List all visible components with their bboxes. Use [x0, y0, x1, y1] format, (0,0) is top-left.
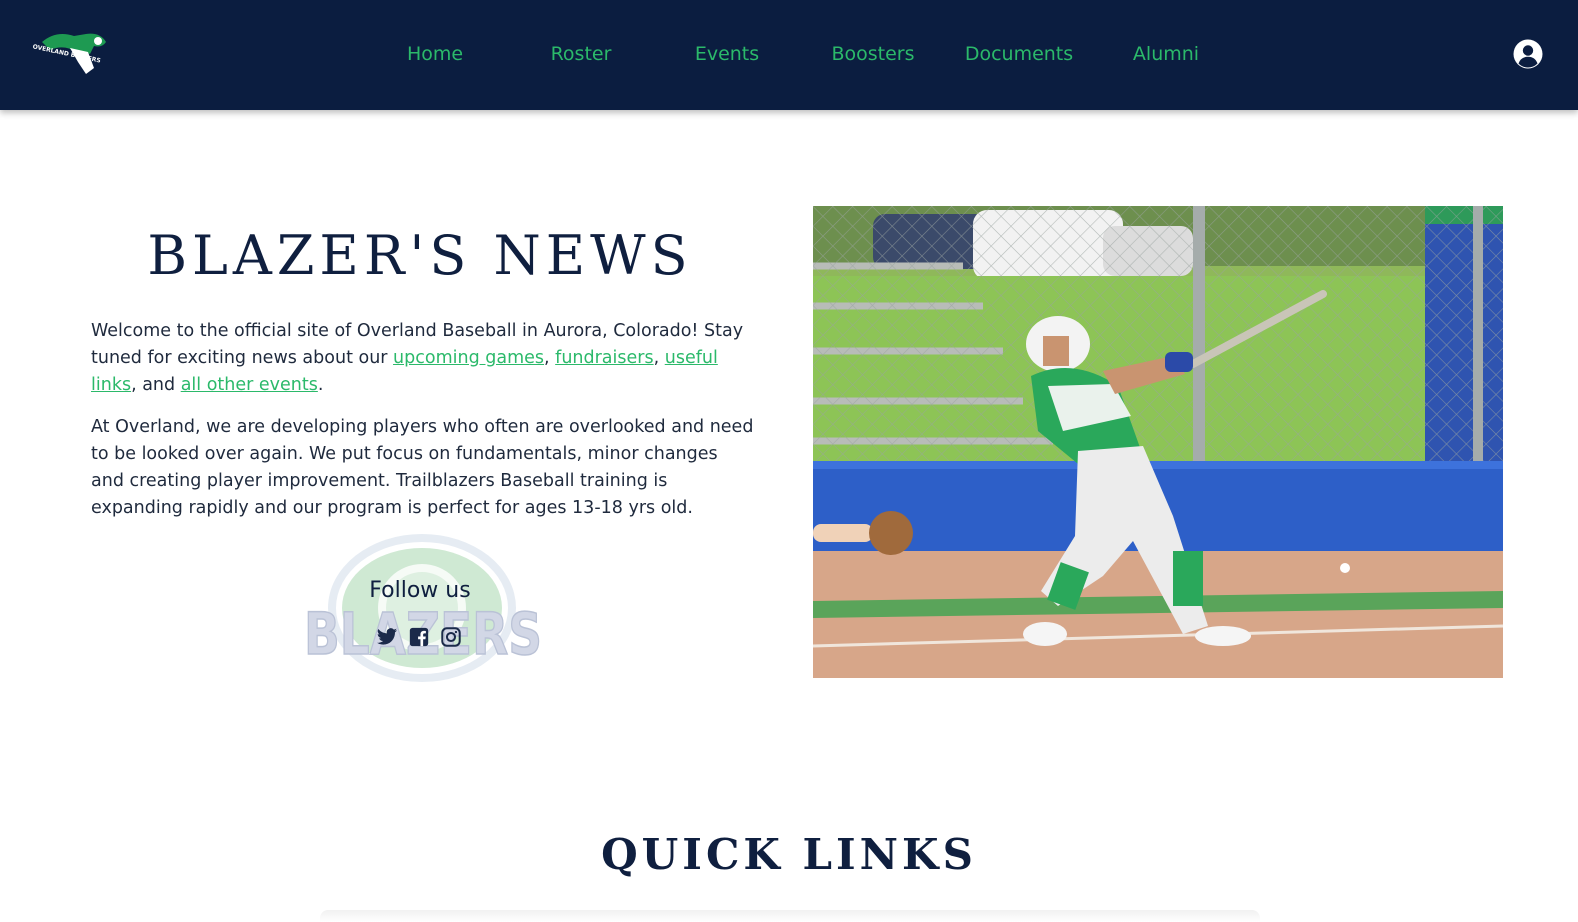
- quick-links-title: QUICK LINKS: [601, 830, 977, 879]
- instagram-icon[interactable]: [440, 626, 462, 648]
- separator: , and: [131, 375, 181, 395]
- follow-us-label: Follow us: [369, 578, 471, 603]
- period: .: [317, 375, 324, 395]
- top-navbar: OVERLAND BLAZERS Home Roster Events Boos…: [0, 0, 1578, 110]
- baseball-batter-photo: [813, 206, 1503, 678]
- news-title: BLAZER'S NEWS: [147, 224, 693, 287]
- overland-blazers-logo[interactable]: OVERLAND BLAZERS: [30, 28, 110, 80]
- separator: ,: [653, 348, 665, 368]
- nav-alumni[interactable]: Alumni: [1123, 40, 1209, 68]
- all-other-events-link[interactable]: all other events: [181, 375, 318, 395]
- nav-roster[interactable]: Roster: [540, 40, 622, 68]
- quick-links-cards-top: [320, 910, 1260, 922]
- follow-us-block: BLAZERS Follow us: [300, 532, 546, 686]
- nav-documents[interactable]: Documents: [955, 40, 1083, 68]
- nav-boosters[interactable]: Boosters: [823, 40, 923, 68]
- blazers-watermark-logo: BLAZERS: [303, 534, 543, 682]
- welcome-paragraph: Welcome to the official site of Overland…: [91, 318, 756, 399]
- twitter-icon[interactable]: [376, 626, 398, 648]
- separator: ,: [544, 348, 556, 368]
- nav-events[interactable]: Events: [686, 40, 768, 68]
- nav-home[interactable]: Home: [395, 40, 475, 68]
- upcoming-games-link[interactable]: upcoming games: [393, 348, 544, 368]
- program-paragraph: At Overland, we are developing players w…: [91, 417, 754, 518]
- facebook-icon[interactable]: [408, 626, 430, 648]
- fundraisers-link[interactable]: fundraisers: [555, 348, 653, 368]
- user-circle-icon[interactable]: [1512, 38, 1544, 70]
